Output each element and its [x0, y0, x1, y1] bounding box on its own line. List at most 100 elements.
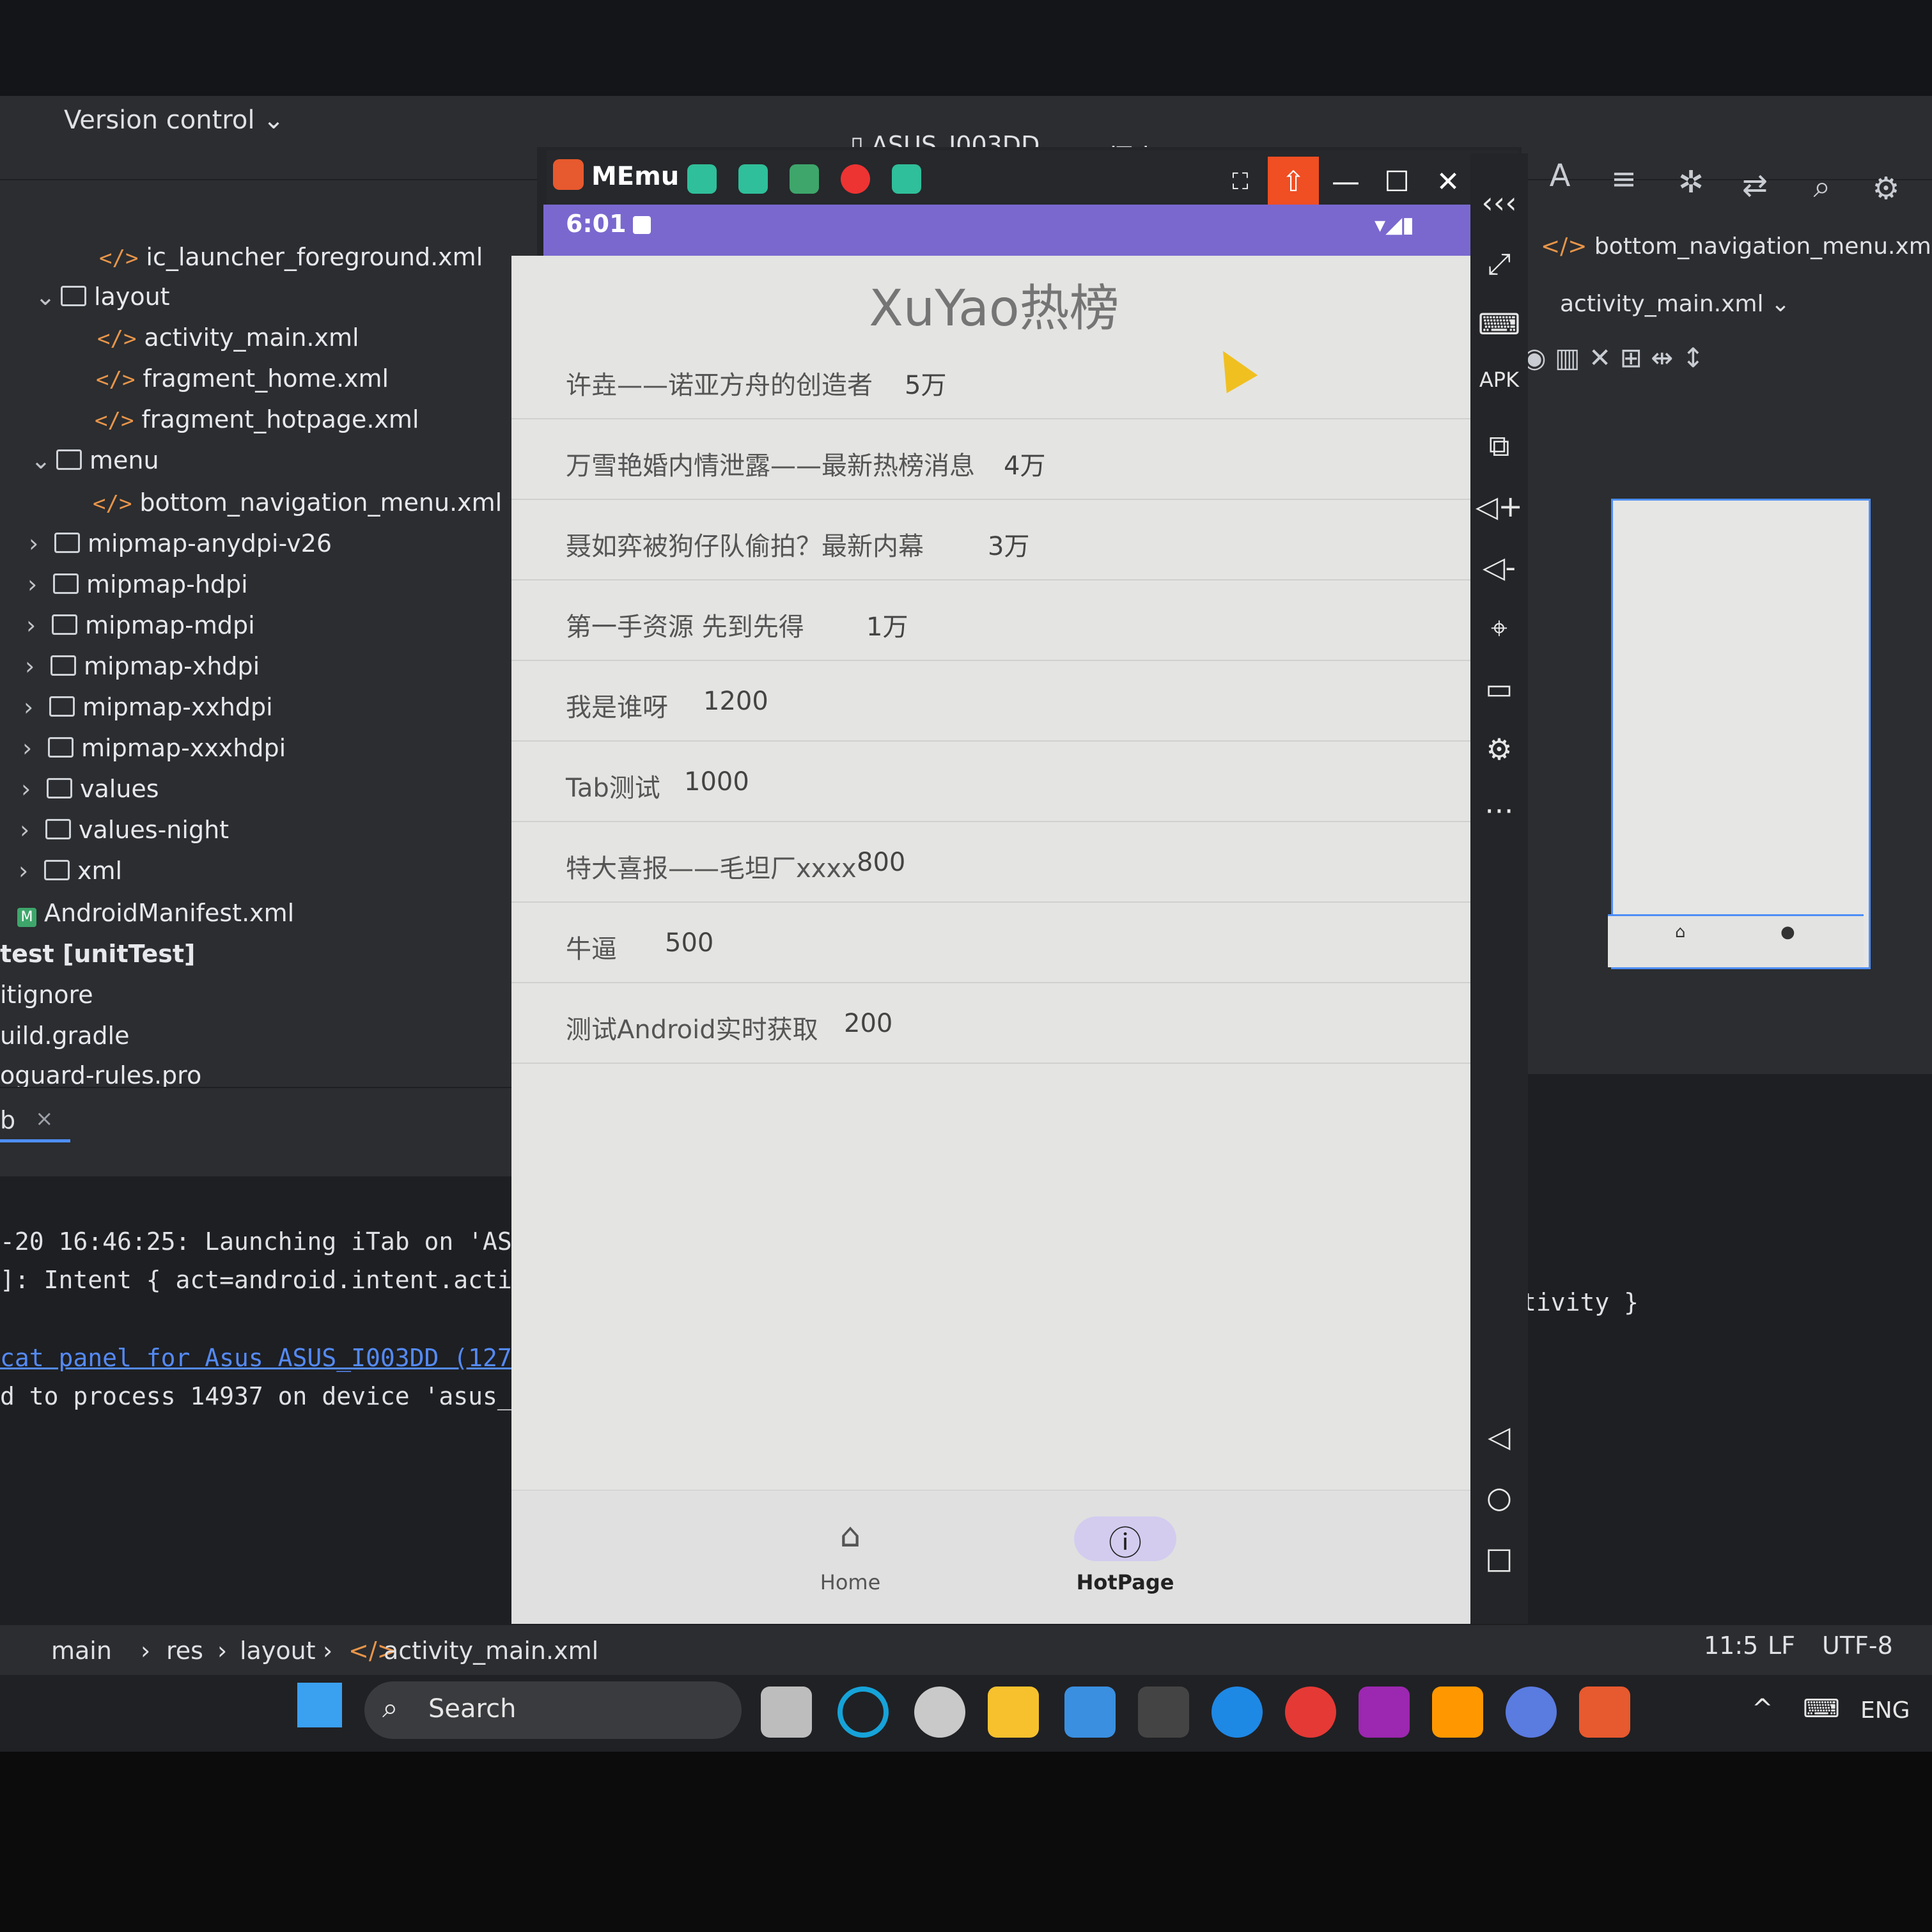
- tree-item[interactable]: ⌄ layout: [35, 283, 170, 311]
- keyboard-icon[interactable]: ⌨: [1803, 1694, 1840, 1724]
- language-indicator[interactable]: ENG: [1860, 1697, 1910, 1724]
- xml-file-icon: </>: [95, 408, 134, 433]
- file-encoding[interactable]: UTF-8: [1822, 1632, 1893, 1660]
- breadcrumb-item[interactable]: main: [51, 1637, 112, 1665]
- settings-icon[interactable]: ⚙: [1867, 169, 1905, 208]
- close-icon[interactable]: ×: [35, 1106, 54, 1132]
- search-icon[interactable]: ⌕: [1803, 167, 1841, 206]
- minimize-icon[interactable]: —: [1320, 157, 1371, 208]
- font-icon[interactable]: A: [1541, 157, 1579, 195]
- list-item[interactable]: 特大喜报——毛坦厂xxxx 800: [511, 822, 1477, 903]
- cortana-icon[interactable]: [837, 1687, 889, 1738]
- tree-item[interactable]: </> ic_launcher_foreground.xml: [99, 243, 483, 271]
- logcat-link[interactable]: cat panel for Asus ASUS_I003DD (127.0: [0, 1344, 518, 1372]
- screenshot-icon[interactable]: ⛶: [1215, 157, 1266, 208]
- files-icon[interactable]: [1064, 1687, 1116, 1738]
- home-icon: ⌂: [1675, 923, 1686, 942]
- version-control-menu[interactable]: Version control ⌄: [64, 105, 284, 135]
- cursor-position[interactable]: 11:5: [1704, 1632, 1758, 1660]
- list-item[interactable]: 第一手资源 先到先得 1万: [511, 580, 1477, 661]
- layout-preview[interactable]: [1611, 499, 1871, 969]
- fullscreen-icon[interactable]: ⤢: [1470, 246, 1528, 282]
- folder-icon[interactable]: ▭: [1470, 671, 1528, 706]
- tree-item[interactable]: uild.gradle: [0, 1022, 130, 1050]
- list-item[interactable]: 牛逼 500: [511, 903, 1477, 983]
- file-selector[interactable]: activity_main.xml ⌄: [1560, 291, 1790, 317]
- chrome-shortcut-icon[interactable]: [841, 164, 870, 194]
- list-item[interactable]: 聂如弈被狗仔队偷拍？最新内幕 3万: [511, 500, 1477, 580]
- tree-item-label: mipmap-xhdpi: [84, 652, 260, 680]
- taskbar-search[interactable]: ⌕ Search: [364, 1681, 742, 1739]
- terminal-icon[interactable]: [1138, 1687, 1189, 1738]
- settings-shortcut-icon[interactable]: [738, 164, 768, 194]
- list-item[interactable]: 我是谁呀 1200: [511, 661, 1477, 742]
- sync-icon[interactable]: ⇄: [1736, 166, 1774, 205]
- line-ending[interactable]: LF: [1768, 1632, 1795, 1660]
- tree-item[interactable]: › xml: [19, 857, 122, 885]
- breadcrumb-item[interactable]: layout: [240, 1637, 316, 1665]
- upload-icon[interactable]: ⇧: [1268, 157, 1319, 208]
- volume-down-icon[interactable]: ◁-: [1470, 550, 1528, 584]
- gear-shortcut-icon[interactable]: [892, 164, 921, 194]
- apple-icon[interactable]: [914, 1687, 965, 1738]
- folder-icon: [51, 655, 76, 676]
- memu-taskbar-icon[interactable]: [1579, 1687, 1630, 1738]
- android-shortcut-icon[interactable]: [790, 164, 819, 194]
- tree-item[interactable]: </> fragment_hotpage.xml: [95, 405, 419, 433]
- volume-up-icon[interactable]: ◁+: [1470, 489, 1528, 524]
- eye-icon[interactable]: ◉ ▥ ✕ ⊞ ⇹ ↕: [1523, 342, 1704, 373]
- home-button-icon[interactable]: ○: [1470, 1480, 1528, 1515]
- tree-item[interactable]: › mipmap-xxxhdpi: [22, 734, 286, 762]
- more-icon[interactable]: ⋯: [1470, 793, 1528, 827]
- tree-item[interactable]: › mipmap-anydpi-v26: [29, 529, 332, 557]
- tree-item[interactable]: </> activity_main.xml: [97, 323, 359, 352]
- chrome-icon[interactable]: [1285, 1687, 1336, 1738]
- back-icon[interactable]: ◁: [1470, 1419, 1528, 1454]
- tree-item[interactable]: </> fragment_home.xml: [96, 364, 389, 393]
- tree-item[interactable]: › mipmap-mdpi: [26, 611, 255, 639]
- file-explorer-icon[interactable]: [988, 1687, 1039, 1738]
- code-editor[interactable]: tivity }: [1522, 1074, 1932, 1649]
- list-item[interactable]: 万雪艳婚内情泄露——最新热榜消息 4万: [511, 419, 1477, 500]
- list-icon[interactable]: ≡: [1605, 160, 1643, 198]
- tree-item[interactable]: M AndroidManifest.xml: [17, 899, 294, 927]
- nav-home[interactable]: ⌂ Home: [767, 1516, 933, 1594]
- list-item[interactable]: 测试Android实时获取 200: [511, 983, 1477, 1064]
- app-icon[interactable]: [1432, 1687, 1483, 1738]
- editor-tab[interactable]: </> bottom_navigation_menu.xml: [1541, 233, 1932, 260]
- tree-item[interactable]: </> bottom_navigation_menu.xml: [93, 488, 502, 517]
- tree-item[interactable]: › mipmap-xhdpi: [25, 652, 260, 680]
- tree-item[interactable]: test [unitTest]: [0, 940, 195, 968]
- breadcrumb-item[interactable]: activity_main.xml: [384, 1637, 598, 1665]
- bug-icon[interactable]: ✲: [1672, 163, 1710, 201]
- edge-icon[interactable]: [1211, 1687, 1263, 1738]
- keyboard-icon[interactable]: ⌨: [1470, 307, 1528, 341]
- run-console[interactable]: -20 16:46:25: Launching iTab on 'ASUS_ ]…: [0, 1176, 518, 1624]
- intellij-icon[interactable]: [1359, 1687, 1410, 1738]
- windows-start-icon[interactable]: [297, 1683, 342, 1727]
- nav-hotpage[interactable]: ⓘ HotPage: [1042, 1516, 1208, 1594]
- maximize-icon[interactable]: ☐: [1371, 157, 1422, 208]
- gear-icon[interactable]: ⚙: [1470, 732, 1528, 767]
- tree-item[interactable]: itignore: [0, 981, 93, 1009]
- task-view-icon[interactable]: [761, 1687, 812, 1738]
- tree-item[interactable]: › values-night: [20, 816, 229, 844]
- app-shortcut-icon[interactable]: [687, 164, 717, 194]
- run-tab-label[interactable]: b: [0, 1106, 15, 1134]
- multi-window-icon[interactable]: ⧉: [1470, 428, 1528, 464]
- tree-item[interactable]: › values: [21, 775, 159, 803]
- apk-icon[interactable]: APK: [1470, 368, 1528, 392]
- location-icon[interactable]: ⌖: [1470, 611, 1528, 646]
- list-item[interactable]: Tab测试 1000: [511, 742, 1477, 822]
- tree-item[interactable]: › mipmap-hdpi: [27, 570, 248, 598]
- tree-item[interactable]: ⌄ menu: [31, 446, 159, 474]
- chevron-up-icon[interactable]: ^: [1752, 1694, 1773, 1724]
- breadcrumb-item[interactable]: res: [166, 1637, 203, 1665]
- app-store-icon[interactable]: [1506, 1687, 1557, 1738]
- list-item[interactable]: 许垚——诺亚方舟的创造者 5万: [511, 339, 1477, 419]
- recents-icon[interactable]: □: [1470, 1541, 1528, 1575]
- tree-item[interactable]: › mipmap-xxhdpi: [24, 693, 273, 721]
- collapse-icon[interactable]: ‹‹‹: [1470, 185, 1528, 220]
- close-icon[interactable]: ✕: [1422, 157, 1474, 208]
- tree-item[interactable]: oguard-rules.pro: [0, 1061, 201, 1089]
